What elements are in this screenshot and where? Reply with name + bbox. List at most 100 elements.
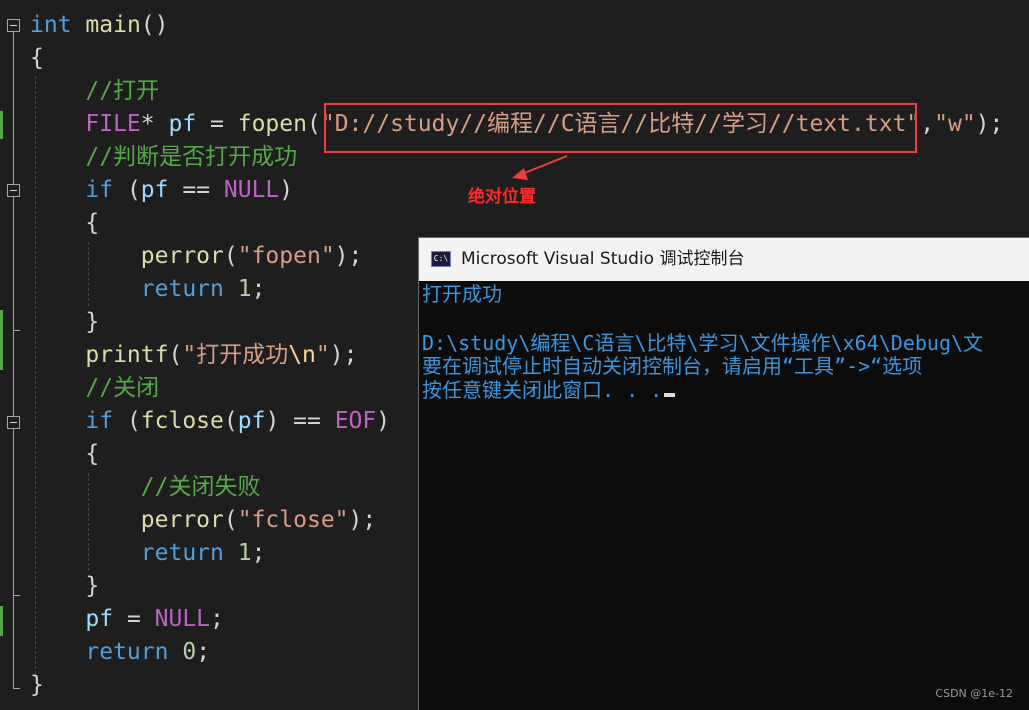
code-token: pf [237,408,266,434]
console-cursor [664,393,676,397]
code-line[interactable]: } [30,306,99,339]
code-token: ); [975,111,1004,137]
code-token: ); [348,507,377,533]
code-token: * [140,111,169,137]
debug-console-window[interactable]: C:\ Microsoft Visual Studio 调试控制台 打开成功 D… [418,237,1029,710]
code-token: == [168,177,224,203]
collapse-if-icon[interactable] [7,184,20,197]
collapse-if-fclose-icon[interactable] [7,416,20,429]
code-token: fclose [140,408,224,434]
code-token: "w" [934,111,976,137]
fold-end-main [13,688,20,689]
code-line[interactable]: printf("打开成功\n"); [30,339,357,372]
code-line[interactable]: //关闭失败 [30,471,261,504]
code-line[interactable]: //关闭 [30,372,159,405]
code-token: perror [140,507,224,533]
code-line[interactable]: pf = NULL; [30,603,224,636]
code-line[interactable]: return 0; [30,636,210,669]
code-token: ; [196,639,211,665]
code-token: ; [251,540,266,566]
fold-end-if [13,330,20,331]
change-marker [0,111,3,139]
fold-margin [0,0,30,710]
code-token: ; [210,606,224,632]
code-line[interactable]: perror("fclose"); [30,504,376,537]
code-token: return [140,540,224,566]
code-line[interactable]: { [30,42,44,75]
code-token: "fclose" [237,507,349,533]
code-line[interactable]: } [30,570,99,603]
console-line: 要在调试停止时自动关闭控制台，请启用“工具”->“选项 [422,354,923,378]
watermark: CSDN @1e-12 [935,687,1013,700]
code-line[interactable]: //打开 [30,75,159,108]
code-token: } [30,309,100,335]
code-token: fopen [237,111,307,137]
console-output[interactable]: 打开成功 D:\study\编程\C语言\比特\学习\文件操作\x64\Debu… [422,281,1029,710]
code-token: ); [334,243,363,269]
code-line[interactable]: { [30,207,99,240]
code-line[interactable]: if (pf == NULL) [30,174,293,207]
code-line[interactable]: int main() [30,9,169,42]
change-marker [0,606,3,636]
fold-end-if-fclose [13,595,20,596]
code-token: main [85,12,141,38]
code-token: { [30,210,100,236]
fold-line-main [13,32,14,688]
code-token: ; [251,276,266,302]
code-token: int [30,12,72,38]
code-token: ( [113,408,141,434]
code-token: NULL [154,606,211,632]
code-token: FILE [85,111,141,137]
code-line[interactable]: return 1; [30,273,266,306]
code-token: " [315,342,330,368]
code-token: return [85,639,169,665]
code-token: ( [223,243,238,269]
collapse-main-icon[interactable] [7,19,20,32]
code-token: () [140,12,169,38]
console-titlebar[interactable]: C:\ Microsoft Visual Studio 调试控制台 [419,238,1029,281]
code-token: if [85,408,114,434]
code-token: //关闭失败 [30,474,261,500]
console-prompt-text: 按任意键关闭此窗口. . . [422,378,663,402]
code-token: } [30,573,100,599]
code-token: { [30,441,100,467]
code-line[interactable]: if (fclose(pf) == EOF) [30,405,390,438]
code-token: \n [288,342,316,368]
code-token: pf [85,606,114,632]
code-token: 1 [237,540,252,566]
code-token: NULL [223,177,280,203]
code-token: { [30,45,44,71]
code-line[interactable]: } [30,669,44,702]
code-token: //关闭 [30,375,160,401]
code-line[interactable]: { [30,438,99,471]
console-title: Microsoft Visual Studio 调试控制台 [461,249,745,269]
code-token: , [920,111,935,137]
code-token: ( [223,507,238,533]
code-line[interactable]: //判断是否打开成功 [30,141,297,174]
code-token: ) == [265,408,335,434]
code-token: perror [140,243,224,269]
code-token: "打开成功 [182,342,289,368]
code-token: return [140,276,224,302]
code-line[interactable]: perror("fopen"); [30,240,363,273]
code-token: printf [85,342,169,368]
code-token: pf [168,111,197,137]
path-highlight-box [324,103,917,153]
code-token: 1 [237,276,252,302]
code-token: ( [168,342,183,368]
code-line[interactable]: return 1; [30,537,266,570]
code-token: ) [279,177,294,203]
code-token: //判断是否打开成功 [30,144,298,170]
